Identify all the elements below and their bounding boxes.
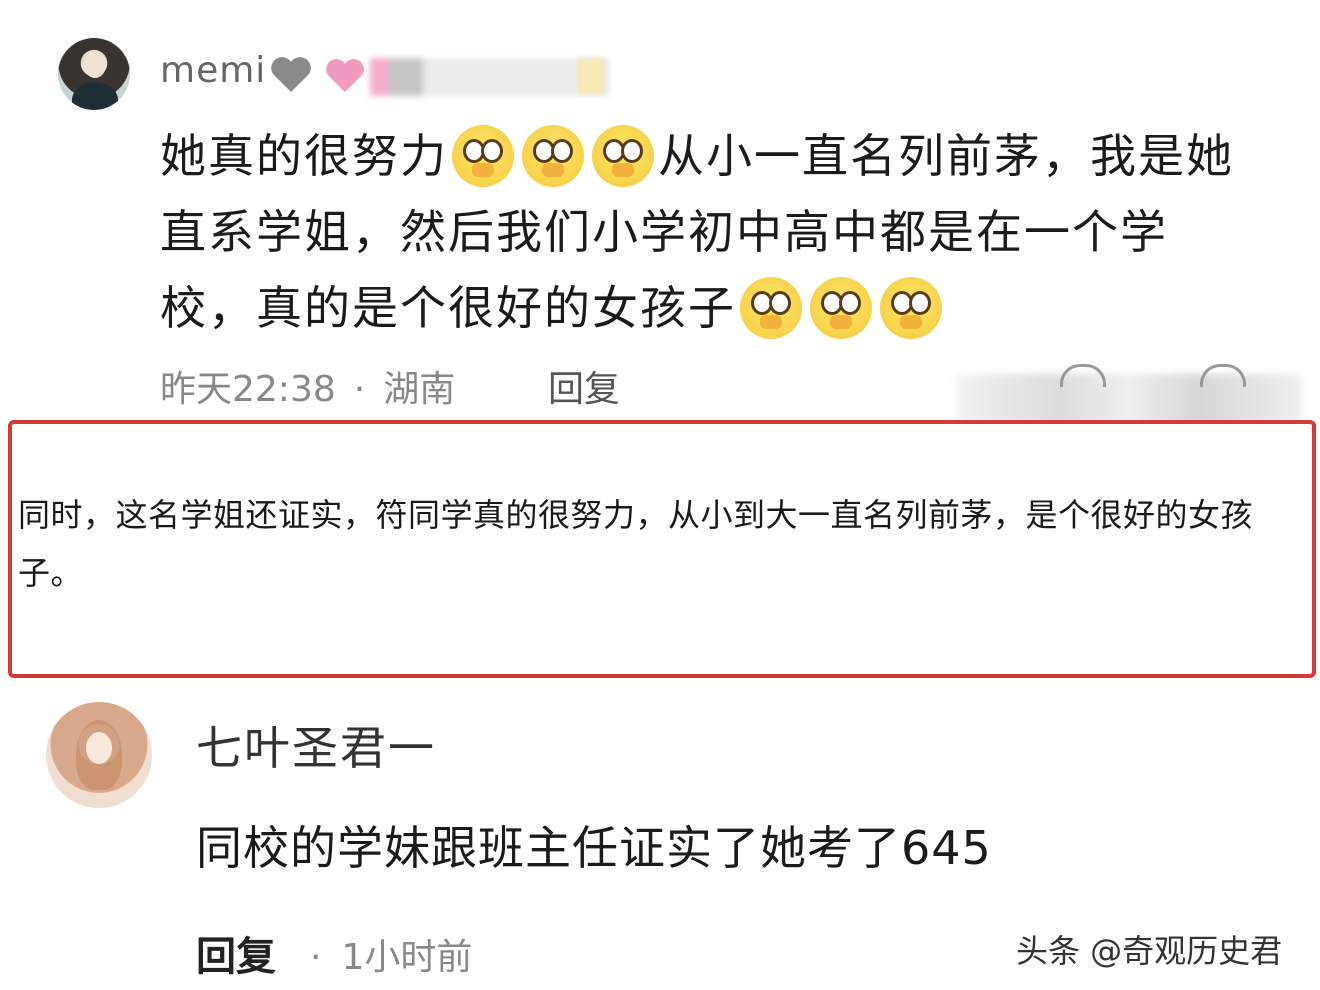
comment-text: 她真的很努力 从小一直名列前茅，我是她直系学姐，然后我们小学初中高中都是在一个学校… — [160, 118, 1260, 346]
pleading-face-emoji-icon — [810, 276, 872, 339]
reply-button[interactable]: 回复 — [196, 924, 276, 982]
comment-meta: · 1小时前 — [296, 928, 472, 980]
article-note: 同时，这名学姐还证实，符同学真的很努力，从小到大一直名列前茅，是个很好的女孩子。 — [18, 496, 1254, 592]
dislike-icon[interactable] — [1200, 364, 1246, 387]
comment-location: 湖南 — [383, 369, 456, 410]
gray-heart-icon — [271, 57, 311, 92]
pleading-face-emoji-icon — [522, 124, 584, 187]
comment-meta: 昨天22:38 · 湖南 — [160, 360, 455, 412]
separator-dot: · — [310, 937, 322, 978]
watermark: 头条 @奇观历史君 — [1016, 932, 1283, 970]
avatar[interactable] — [58, 38, 130, 110]
pleading-face-emoji-icon — [452, 124, 514, 187]
separator-dot: · — [353, 369, 366, 410]
like-icon[interactable] — [1060, 364, 1106, 387]
blurred-username-suffix — [370, 58, 610, 96]
comment-time: 1小时前 — [341, 937, 473, 978]
comment-time: 昨天22:38 — [160, 369, 336, 410]
comment-text: 同校的学妹跟班主任证实了她考了645 — [196, 821, 992, 875]
pleading-face-emoji-icon — [592, 124, 654, 187]
comment-username[interactable]: memi — [160, 50, 266, 91]
avatar[interactable] — [46, 702, 152, 808]
pleading-face-emoji-icon — [740, 276, 802, 339]
reply-button[interactable]: 回复 — [548, 360, 620, 412]
comment-text-part1: 她真的很努力 — [160, 129, 448, 183]
blurred-actions — [956, 374, 1302, 426]
comment-username[interactable]: 七叶圣君一 — [196, 712, 436, 778]
pleading-face-emoji-icon — [880, 276, 942, 339]
pink-heart-icon — [326, 59, 364, 93]
blurred-badge — [578, 58, 604, 94]
